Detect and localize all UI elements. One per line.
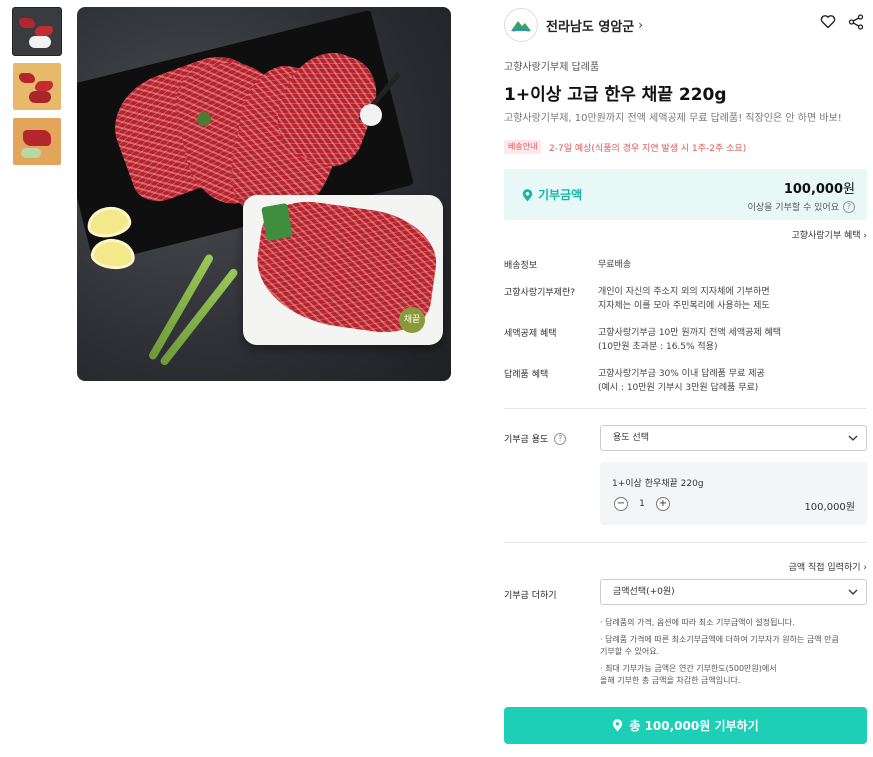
add-amount-select[interactable]: 금액선택(+0원): [600, 579, 867, 605]
chevron-down-icon: [848, 426, 858, 460]
note-1: · 답례품의 가격, 옵션에 따라 최소 기부금액이 설정됩니다.: [600, 618, 795, 627]
divider: [504, 408, 867, 409]
herb-garnish: [197, 112, 211, 126]
thumbnail-2[interactable]: [13, 63, 61, 110]
divider: [504, 542, 867, 543]
info-value: (예시 : 10만원 기부시 3만원 답례품 무료): [598, 383, 759, 393]
product-category: 고향사랑기부제 답례품: [504, 62, 600, 73]
share-icon[interactable]: [848, 14, 864, 34]
donate-button-label: 총 100,000원 기부하기: [629, 719, 759, 733]
donate-button[interactable]: 총 100,000원 기부하기: [504, 707, 867, 744]
heart-icon[interactable]: [820, 14, 836, 33]
certification-label: [261, 203, 293, 241]
info-value: 고향사랑기부금 10만 원까지 전액 세액공제 혜택: [598, 328, 782, 338]
add-amount-label: 기부금 더하기: [504, 588, 557, 601]
option-price: 100,000원: [804, 502, 855, 513]
thumbnail-3[interactable]: [13, 118, 61, 165]
shipping-badge: 배송안내: [504, 140, 542, 154]
info-label: 배송정보: [504, 261, 538, 271]
salt-pile: [360, 104, 382, 126]
purpose-label-text: 기부금 용도: [504, 435, 549, 445]
donation-label: 기부금액: [538, 188, 583, 202]
shipping-note: 2-7일 예상(식품의 경우 지연 발생 시 1주-2주 소요): [549, 144, 747, 154]
cut-seal: 채끝: [399, 307, 425, 333]
info-value: 고향사랑기부금 30% 이내 답례품 무료 제공: [598, 369, 765, 379]
donation-amount: 100,000원: [784, 178, 855, 197]
quantity-stepper: − 1 +: [614, 497, 670, 511]
donation-amount-unit: 원: [843, 182, 855, 197]
info-label: 답례품 혜택: [504, 370, 549, 380]
info-value: 개인이 자신의 주소지 외의 지자체에 기부하면: [598, 287, 770, 297]
decrease-button[interactable]: −: [614, 497, 628, 511]
donation-amount-value: 100,000: [783, 182, 844, 197]
option-name: 1+이상 한우채끝 220g: [612, 479, 704, 489]
product-main-image: 채끝: [77, 7, 451, 381]
note-3-line-1: · 최대 기부가능 금액은 연간 기부한도(500만원)에서: [600, 664, 777, 673]
help-icon[interactable]: ?: [843, 200, 855, 213]
info-value: (10만원 초과분 : 16.5% 적용): [598, 342, 718, 352]
donation-sub-text: 이상을 기부할 수 있어요: [747, 203, 839, 213]
product-description: 고향사랑기부제, 10만원까지 전액 세액공제 무료 답례품! 직장인은 안 하…: [504, 113, 842, 124]
add-amount-label-text: 기부금 더하기: [504, 591, 557, 601]
note-2-line-2: 기부할 수 있어요.: [600, 647, 660, 656]
purpose-select[interactable]: 용도 선택: [600, 425, 867, 451]
add-amount-select-value: 금액선택(+0원): [613, 587, 675, 597]
chevron-down-icon: [848, 580, 858, 614]
location-pin-icon: [612, 719, 623, 732]
purpose-select-value: 용도 선택: [613, 433, 649, 443]
location-pin-icon: [522, 187, 533, 206]
help-icon[interactable]: ?: [554, 432, 567, 445]
donation-amount-box: 기부금액 100,000원 이상을 기부할 수 있어요 ?: [504, 169, 867, 220]
thumbnail-list: [12, 7, 62, 173]
note-3-line-2: 올해 기부한 총 금액을 차감한 금액입니다.: [600, 676, 741, 685]
info-label: 세액공제 혜택: [504, 329, 557, 339]
direct-amount-link[interactable]: 금액 직접 입력하기 ›: [789, 560, 867, 573]
benefit-link[interactable]: 고향사랑기부 혜택 ›: [791, 228, 867, 241]
seller-name: 전라남도 영암군: [546, 19, 635, 35]
seller-link[interactable]: 전라남도 영암군 ›: [504, 8, 643, 42]
quantity-value: 1: [639, 499, 645, 509]
mountain-logo-icon: [504, 8, 538, 42]
donation-sub: 이상을 기부할 수 있어요 ?: [748, 200, 855, 213]
info-label: 고향사랑기부제란?: [504, 288, 576, 298]
note-2-line-1: · 답례품 가격에 따른 최소기부금액에 더하여 기부자가 원하는 금액 만큼: [600, 635, 839, 644]
selected-option-box: 1+이상 한우채끝 220g − 1 + 100,000원: [600, 462, 867, 525]
increase-button[interactable]: +: [656, 497, 670, 511]
product-title: 1+이상 고급 한우 채끝 220g: [504, 85, 727, 105]
purpose-label: 기부금 용도 ?: [504, 432, 567, 445]
info-value: 지자체는 이를 모아 주민복리에 사용하는 제도: [598, 301, 770, 311]
chevron-right-icon: ›: [638, 18, 644, 32]
info-value: 무료배송: [598, 260, 632, 270]
thumbnail-1[interactable]: [12, 7, 62, 56]
